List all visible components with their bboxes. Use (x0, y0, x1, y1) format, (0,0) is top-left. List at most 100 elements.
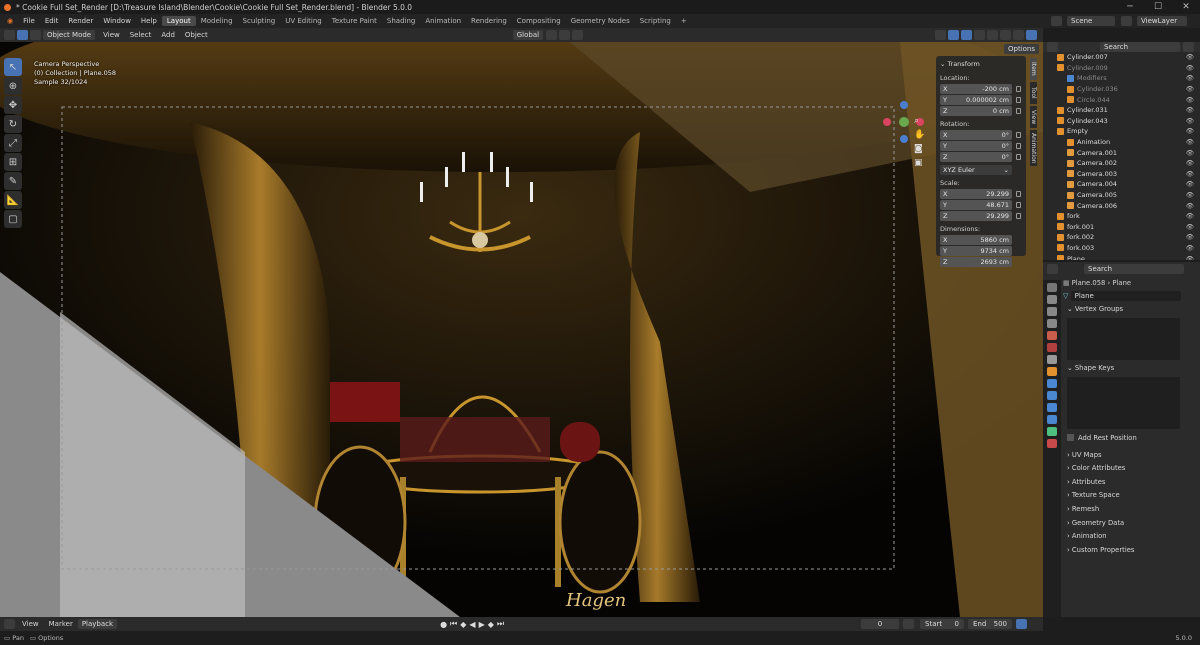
panel-texture-space[interactable]: › Texture Space (1063, 489, 1200, 503)
outliner-item[interactable]: Camera.002 👁 (1043, 158, 1200, 169)
properties-editor-icon[interactable] (1047, 264, 1058, 274)
panel-vertex-groups[interactable]: ⌄ Vertex Groups (1063, 302, 1200, 316)
workspace-tab-geometry-nodes[interactable]: Geometry Nodes (566, 16, 635, 26)
visibility-eye-icon[interactable]: 👁 (1186, 212, 1200, 220)
lock-icon[interactable] (1016, 132, 1021, 138)
play-reverse-icon[interactable]: ◀ (469, 620, 475, 629)
cursor-tool-icon[interactable]: ⊕ (4, 77, 22, 95)
visibility-eye-icon[interactable]: 👁 (1186, 191, 1200, 199)
output-tab-icon[interactable] (1047, 307, 1057, 316)
panel-animation[interactable]: › Animation (1063, 529, 1200, 543)
transform-orientation-selector[interactable]: Global (512, 30, 544, 40)
workspace-tab-uv-editing[interactable]: UV Editing (280, 16, 327, 26)
outliner-item[interactable]: Camera.006 👁 (1043, 200, 1200, 211)
tab-tool[interactable]: Tool (1030, 82, 1037, 104)
panel-remesh[interactable]: › Remesh (1063, 502, 1200, 516)
breadcrumb-data[interactable]: Plane (1112, 279, 1131, 287)
location-y-field[interactable]: Y 0.000002 cm (940, 95, 1021, 105)
breadcrumb-object[interactable]: Plane.058 (1072, 279, 1106, 287)
visibility-eye-icon[interactable]: 👁 (1186, 138, 1200, 146)
scale-x-field[interactable]: X 29.299 (940, 189, 1021, 199)
rotate-tool-icon[interactable]: ↻ (4, 115, 22, 133)
lock-icon[interactable] (1016, 213, 1021, 219)
render-tab-icon[interactable] (1047, 295, 1057, 304)
select-box-icon[interactable] (17, 30, 28, 40)
visibility-eye-icon[interactable]: 👁 (1186, 149, 1200, 157)
zoom-icon[interactable]: ⌕ (914, 116, 926, 130)
shape-keys-list[interactable] (1067, 377, 1180, 430)
outliner-item[interactable]: Camera.005 👁 (1043, 190, 1200, 201)
outliner-item[interactable]: Camera.003 👁 (1043, 169, 1200, 180)
lock-icon[interactable] (1016, 86, 1021, 92)
viewport-menu-add[interactable]: Add (156, 31, 180, 39)
visibility-eye-icon[interactable]: 👁 (1186, 127, 1200, 135)
visibility-eye-icon[interactable]: 👁 (1186, 85, 1200, 93)
rotation-x-field[interactable]: X 0° (940, 130, 1021, 140)
view-layer-tab-icon[interactable] (1047, 319, 1057, 328)
add-rest-position-checkbox[interactable]: Add Rest Position (1063, 431, 1200, 445)
workspace-tab-modeling[interactable]: Modeling (196, 16, 238, 26)
outliner-item[interactable]: Camera.004 👁 (1043, 179, 1200, 190)
timeline-menu-view[interactable]: View (17, 620, 44, 628)
tool-tab-icon[interactable] (1047, 283, 1057, 292)
visibility-icon[interactable] (935, 30, 946, 40)
tab-item[interactable]: Item (1030, 58, 1037, 80)
measure-tool-icon[interactable]: 📐 (4, 191, 22, 209)
menu-file[interactable]: File (18, 17, 40, 25)
workspace-tab-animation[interactable]: Animation (420, 16, 466, 26)
record-icon[interactable]: ● (440, 620, 447, 629)
outliner-item[interactable]: Camera.001 👁 (1043, 147, 1200, 158)
mode-selector[interactable]: Object Mode (43, 30, 96, 40)
outliner-item[interactable]: fork.001 👁 (1043, 222, 1200, 233)
visibility-eye-icon[interactable]: 👁 (1186, 96, 1200, 104)
outliner-item[interactable]: Empty 👁 (1043, 126, 1200, 137)
start-frame-field[interactable]: Start 0 (920, 619, 964, 629)
workspace-tab-rendering[interactable]: Rendering (466, 16, 512, 26)
menu-window[interactable]: Window (98, 17, 136, 25)
scale-tool-icon[interactable]: ⤢ (4, 134, 22, 152)
rotation-mode-dropdown[interactable]: XYZ Euler ⌄ (940, 165, 1012, 175)
visibility-eye-icon[interactable]: 👁 (1186, 202, 1200, 210)
location-x-field[interactable]: X -200 cm (940, 84, 1021, 94)
select-tool-icon[interactable]: ↖ (4, 58, 22, 76)
shading-solid-icon[interactable] (1000, 30, 1011, 40)
proportional-edit-icon[interactable] (572, 30, 584, 40)
visibility-eye-icon[interactable]: 👁 (1186, 244, 1200, 252)
object-tab-icon[interactable] (1047, 367, 1057, 376)
outliner-item[interactable]: Cylinder.036 👁 (1043, 84, 1200, 95)
timeline-editor-icon[interactable] (4, 619, 15, 629)
particles-tab-icon[interactable] (1047, 391, 1057, 400)
workspace-tab-scripting[interactable]: Scripting (635, 16, 676, 26)
workspace-tab-sculpting[interactable]: Sculpting (238, 16, 281, 26)
physics-tab-icon[interactable] (1047, 403, 1057, 412)
scale-z-field[interactable]: Z 29.299 (940, 211, 1021, 221)
outliner-item[interactable]: Cylinder.031 👁 (1043, 105, 1200, 116)
timeline-menu-playback[interactable]: Playback (77, 619, 118, 629)
mesh-data-name-field[interactable]: Plane (1070, 291, 1181, 301)
panel-color-attributes[interactable]: › Color Attributes (1063, 461, 1200, 475)
blender-menu-icon[interactable]: ◉ (2, 17, 18, 25)
shading-rendered-icon[interactable] (1026, 30, 1037, 40)
viewport-menu-select[interactable]: Select (125, 31, 157, 39)
constraints-tab-icon[interactable] (1047, 415, 1057, 424)
keying-icon[interactable] (1016, 619, 1027, 629)
visibility-eye-icon[interactable]: 👁 (1186, 170, 1200, 178)
transform-tool-icon[interactable]: ⊞ (4, 153, 22, 171)
shading-material-icon[interactable] (1013, 30, 1024, 40)
tab-view[interactable]: View (1030, 106, 1037, 128)
current-frame-field[interactable]: 0 (861, 619, 899, 629)
lock-icon[interactable] (1016, 191, 1021, 197)
maximize-button[interactable]: ☐ (1144, 0, 1172, 14)
menu-help[interactable]: Help (136, 17, 162, 25)
visibility-eye-icon[interactable]: 👁 (1186, 223, 1200, 231)
panel-shape-keys[interactable]: ⌄ Shape Keys (1063, 362, 1200, 376)
lock-icon[interactable]: ▣ (914, 158, 926, 172)
location-z-field[interactable]: Z0 cm (940, 106, 1021, 116)
panel-geometry-data[interactable]: › Geometry Data (1063, 516, 1200, 530)
jump-start-icon[interactable]: ⏮ (450, 619, 457, 629)
collection-tab-icon[interactable] (1047, 355, 1057, 364)
editor-type-icon[interactable] (4, 30, 15, 40)
outliner-item[interactable]: Modifiers 👁 (1043, 73, 1200, 84)
outliner-item[interactable]: fork.003 👁 (1043, 243, 1200, 254)
panel-attributes[interactable]: › Attributes (1063, 475, 1200, 489)
